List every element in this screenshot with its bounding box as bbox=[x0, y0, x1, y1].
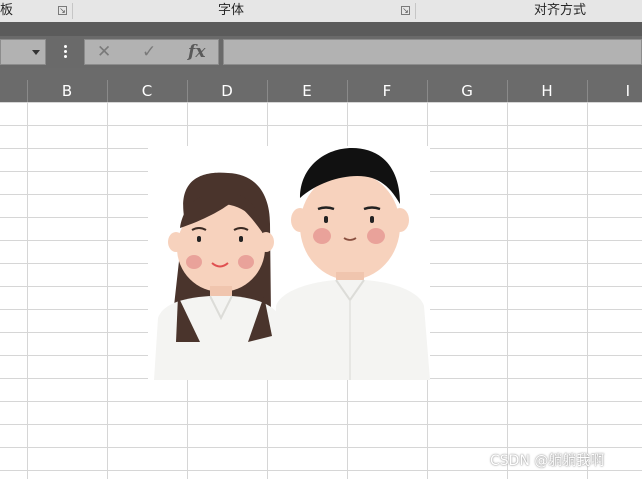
check-icon[interactable]: ✓ bbox=[142, 40, 156, 64]
ribbon-group-alignment: 对齐方式 bbox=[534, 3, 587, 18]
grid-row-line bbox=[0, 102, 642, 103]
fx-icon[interactable]: fx bbox=[188, 40, 205, 64]
watermark-text: CSDN @躺躺我啊 bbox=[490, 453, 605, 469]
vertical-dots-icon[interactable] bbox=[58, 44, 72, 60]
grid-column-line bbox=[27, 102, 28, 479]
column-header-i-label: I bbox=[625, 82, 630, 100]
grid-row-line bbox=[0, 447, 642, 448]
ribbon-group-font: 字体 bbox=[218, 3, 245, 18]
formula-buttons: ✕ ✓ fx bbox=[84, 39, 219, 65]
ribbon-group-clipboard: 板 bbox=[0, 3, 14, 18]
column-header-d[interactable]: D bbox=[187, 68, 267, 102]
column-header-e[interactable]: E bbox=[267, 68, 347, 102]
column-header-h[interactable]: H bbox=[507, 68, 587, 102]
name-box[interactable] bbox=[0, 39, 46, 65]
ribbon-group-bar: 板 ↘ 字体 ↘ 对齐方式 bbox=[0, 0, 642, 23]
grid-row-line bbox=[0, 424, 642, 425]
ribbon-separator bbox=[72, 3, 73, 19]
column-header-g[interactable]: G bbox=[427, 68, 507, 102]
column-header-f[interactable]: F bbox=[347, 68, 427, 102]
grid-row-line bbox=[0, 470, 642, 471]
clipboard-dialog-launcher-icon[interactable]: ↘ bbox=[58, 6, 67, 15]
ribbon-bottom-strip bbox=[0, 22, 642, 36]
grid-row-line bbox=[0, 401, 642, 402]
grid-column-line bbox=[587, 102, 588, 479]
inserted-picture[interactable] bbox=[148, 146, 430, 380]
formula-input[interactable] bbox=[223, 39, 642, 65]
grid-row-line bbox=[0, 125, 642, 126]
formula-bar: ✕ ✓ fx bbox=[0, 36, 642, 68]
close-icon[interactable]: ✕ bbox=[97, 40, 111, 64]
ribbon-separator bbox=[415, 3, 416, 19]
column-header-i[interactable]: I bbox=[587, 68, 642, 102]
grid-column-line bbox=[107, 102, 108, 479]
grid-column-line bbox=[507, 102, 508, 479]
caret-down-icon[interactable] bbox=[32, 50, 40, 55]
column-header-b[interactable]: B bbox=[27, 68, 107, 102]
column-header-c[interactable]: C bbox=[107, 68, 187, 102]
font-dialog-launcher-icon[interactable]: ↘ bbox=[401, 6, 410, 15]
